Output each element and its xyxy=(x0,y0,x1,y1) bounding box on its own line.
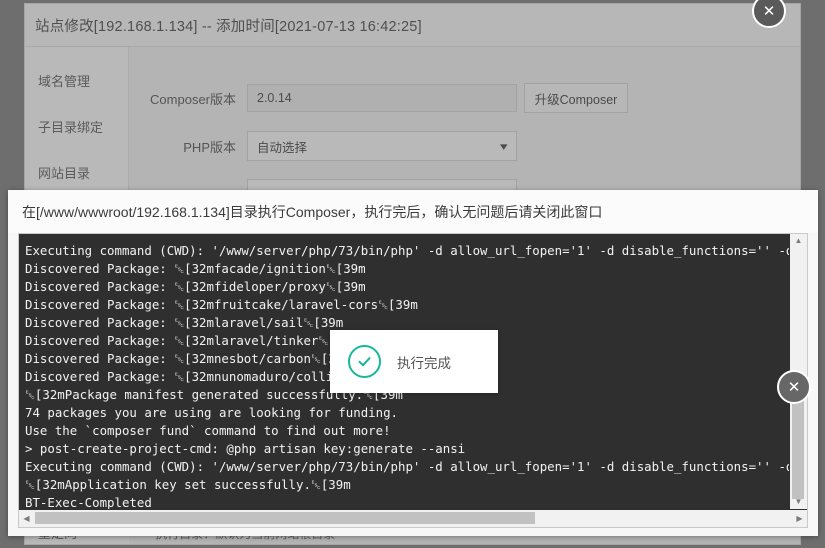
terminal-line: Discovered Package: ␛[32mfideloper/proxy… xyxy=(25,279,366,294)
terminal-line: Executing command (CWD): '/www/server/ph… xyxy=(25,459,789,474)
composer-version-label: Composer版本 xyxy=(150,91,236,107)
php-version-label: PHP版本 xyxy=(183,139,236,155)
close-icon[interactable]: ✕ xyxy=(777,370,811,404)
status-toast-text: 执行完成 xyxy=(397,355,451,371)
php-version-row: PHP版本 自动选择 ▾ xyxy=(129,131,800,161)
upgrade-composer-button[interactable]: 升级Composer xyxy=(524,83,628,113)
status-toast: 执行完成 xyxy=(330,330,498,393)
horizontal-scroll-thumb[interactable] xyxy=(35,512,535,524)
sidebar-item-label: 子目录绑定 xyxy=(38,119,104,135)
terminal-line: ␛[32mApplication key set successfully.␛[… xyxy=(25,477,351,492)
terminal-line: Executing command (CWD): '/www/server/ph… xyxy=(25,243,789,258)
scroll-left-icon[interactable]: ◀ xyxy=(19,514,34,523)
site-edit-dialog-title: 站点修改[192.168.1.134] -- 添加时间[2021-07-13 1… xyxy=(35,18,422,35)
terminal-line: 74 packages you are using are looking fo… xyxy=(25,405,398,420)
sidebar-item-domain-manage[interactable]: 域名管理 xyxy=(25,57,128,103)
check-circle-icon xyxy=(348,345,381,378)
composer-exec-header: 在[/www/wwwroot/192.168.1.134]目录执行Compose… xyxy=(8,190,818,233)
site-edit-dialog-header: 站点修改[192.168.1.134] -- 添加时间[2021-07-13 1… xyxy=(25,4,800,47)
composer-version-input[interactable]: 2.0.14 xyxy=(247,84,517,112)
sidebar-item-site-directory[interactable]: 网站目录 xyxy=(25,149,128,195)
php-version-select[interactable]: 自动选择 ▾ xyxy=(247,131,517,161)
sidebar-item-subdirectory-binding[interactable]: 子目录绑定 xyxy=(25,103,128,149)
composer-exec-title: 在[/www/wwwroot/192.168.1.134]目录执行Compose… xyxy=(22,203,603,220)
scroll-right-icon[interactable]: ▶ xyxy=(792,514,807,523)
composer-version-value: 2.0.14 xyxy=(257,91,292,105)
scroll-up-icon[interactable]: ▲ xyxy=(795,234,803,248)
sidebar-item-label: 域名管理 xyxy=(38,73,91,89)
close-glyph: ✕ xyxy=(787,378,801,396)
terminal-line: Use the `composer fund` command to find … xyxy=(25,423,391,438)
php-version-value: 自动选择 xyxy=(257,140,308,155)
chevron-down-icon: ▾ xyxy=(500,140,508,153)
close-glyph: ✕ xyxy=(762,2,776,20)
terminal-line: Discovered Package: ␛[32mfacade/ignition… xyxy=(25,261,366,276)
upgrade-composer-label: 升级Composer xyxy=(534,92,618,107)
terminal-line: Discovered Package: ␛[32mfruitcake/larav… xyxy=(25,297,418,312)
sidebar-item-label: 网站目录 xyxy=(38,165,91,181)
terminal-horizontal-scrollbar[interactable]: ◀ ▶ xyxy=(19,509,807,527)
composer-version-row: Composer版本 2.0.14 升级Composer xyxy=(129,83,800,113)
terminal-line: > post-create-project-cmd: @php artisan … xyxy=(25,441,466,456)
terminal-line: BT-Exec-Completed xyxy=(25,495,152,509)
